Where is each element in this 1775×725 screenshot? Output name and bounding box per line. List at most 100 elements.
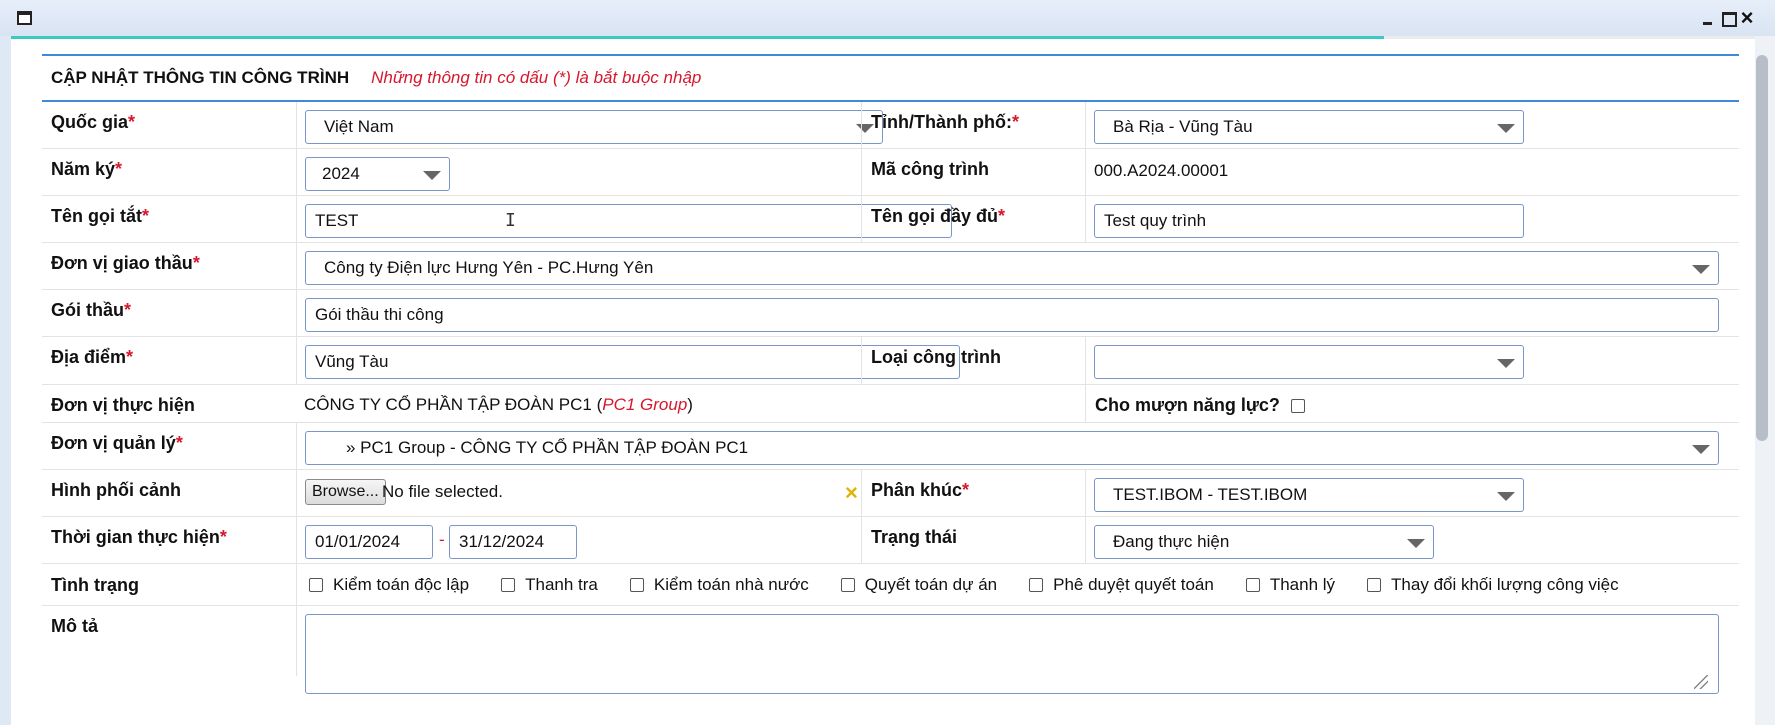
- flag-label: Thanh tra: [525, 575, 598, 594]
- country-select[interactable]: Việt Nam: [305, 110, 883, 144]
- flag-label: Quyết toán dự án: [864, 575, 998, 594]
- close-icon[interactable]: ×: [1738, 7, 1756, 29]
- required-mark: *: [962, 480, 970, 500]
- row-thoi-gian: Thời gian thực hiện* 01/01/2024 - 31/12/…: [42, 517, 1739, 564]
- project-update-form: CẬP NHẬT THÔNG TIN CÔNG TRÌNH Những thôn…: [42, 54, 1739, 694]
- chevron-down-icon: [1497, 124, 1515, 133]
- chevron-down-icon: [1497, 492, 1515, 501]
- short-name-input[interactable]: TEST: [305, 204, 952, 238]
- browse-button[interactable]: Browse...: [305, 479, 386, 505]
- checkbox[interactable]: [1367, 578, 1382, 592]
- minimize-icon[interactable]: [1699, 8, 1717, 28]
- label-tinh-trang: Tình trạng: [51, 575, 139, 595]
- flag-label: Thay đổi khối lượng công việc: [1391, 575, 1619, 594]
- status-value: Đang thực hiện: [1113, 532, 1230, 551]
- flag-label: Thanh lý: [1269, 575, 1336, 594]
- project-type-select[interactable]: [1094, 345, 1524, 379]
- project-code: 000.A2024.00001: [1094, 161, 1229, 180]
- flag-label: Phê duyệt quyết toán: [1053, 575, 1214, 594]
- label-quoc-gia: Quốc gia: [51, 112, 129, 132]
- flag-thanh-tra[interactable]: Thanh tra: [501, 575, 598, 595]
- clear-file-icon[interactable]: ×: [845, 482, 858, 504]
- label-trang-thai: Trạng thái: [871, 527, 958, 547]
- label-phan-khuc: Phân khúc: [871, 480, 963, 500]
- scrollbar-thumb[interactable]: [1756, 55, 1768, 441]
- checkbox[interactable]: [1245, 578, 1260, 592]
- window-icon: [17, 11, 32, 25]
- required-mark: *: [175, 433, 183, 453]
- contractor-select[interactable]: Công ty Điện lực Hưng Yên - PC.Hưng Yên: [305, 251, 1719, 285]
- executing-unit-name: CÔNG TY CỔ PHẦN TẬP ĐOÀN PC1: [304, 395, 592, 414]
- required-mark: *: [142, 206, 150, 226]
- flag-label: Kiểm toán nhà nước: [653, 575, 809, 594]
- contractor-value: Công ty Điện lực Hưng Yên - PC.Hưng Yên: [324, 258, 654, 277]
- full-name-input[interactable]: Test quy trình: [1094, 204, 1524, 238]
- label-tinh-thanh: Tỉnh/Thành phố:: [871, 112, 1012, 132]
- progress-bar: [11, 36, 1755, 39]
- executing-unit-short: PC1 Group: [602, 395, 688, 414]
- required-mark: *: [192, 253, 200, 273]
- province-select[interactable]: Bà Rịa - Vũng Tàu: [1094, 110, 1524, 144]
- label-don-vi-giao-thau: Đơn vị giao thầu: [51, 253, 193, 273]
- flag-label: Kiểm toán độc lập: [333, 575, 470, 594]
- checkbox[interactable]: [840, 578, 855, 592]
- label-dia-diem: Địa điểm: [51, 347, 127, 367]
- start-date-value: 01/01/2024: [315, 532, 401, 551]
- window-titlebar: ×: [0, 0, 1775, 36]
- required-mark: *: [998, 206, 1006, 226]
- required-mark: *: [124, 300, 132, 320]
- segment-select[interactable]: TEST.IBOM - TEST.IBOM: [1094, 478, 1524, 512]
- flag-kiem-toan-nha-nuoc[interactable]: Kiểm toán nhà nước: [629, 575, 809, 595]
- chevron-down-icon: [1407, 539, 1425, 548]
- end-date-value: 31/12/2024: [459, 532, 545, 551]
- flag-quyet-toan-du-an[interactable]: Quyết toán dự án: [840, 575, 998, 595]
- flag-thay-doi-khoi-luong[interactable]: Thay đổi khối lượng công việc: [1367, 575, 1619, 595]
- checkbox[interactable]: [1029, 578, 1044, 592]
- checkbox[interactable]: [629, 578, 644, 592]
- row-dia-diem: Địa điểm* Vũng Tàu Loại công trình: [42, 337, 1739, 385]
- short-name-value: TEST: [315, 211, 359, 230]
- manager-unit-value: » PC1 Group - CÔNG TY CỔ PHẦN TẬP ĐOÀN P…: [346, 438, 749, 457]
- lend-capacity-checkbox[interactable]: [1290, 399, 1305, 414]
- year-select[interactable]: 2024: [305, 157, 450, 191]
- manager-unit-select[interactable]: » PC1 Group - CÔNG TY CỔ PHẦN TẬP ĐOÀN P…: [305, 431, 1719, 465]
- flag-kiem-toan-doc-lap[interactable]: Kiểm toán độc lập: [309, 575, 469, 595]
- checkbox[interactable]: [501, 578, 516, 592]
- chevron-down-icon: [423, 171, 441, 180]
- row-mo-ta: Mô tả: [42, 606, 1739, 694]
- end-date-input[interactable]: 31/12/2024: [449, 525, 577, 559]
- paren-close: ): [687, 395, 693, 414]
- form-title: CẬP NHẬT THÔNG TIN CÔNG TRÌNH: [51, 68, 350, 87]
- required-note: Những thông tin có dấu (*) là bắt buộc n…: [371, 68, 702, 87]
- status-flags: Kiểm toán độc lập Thanh tra Kiểm toán nh…: [309, 575, 1646, 597]
- required-mark: *: [128, 112, 136, 132]
- label-ma-cong-trinh: Mã công trình: [871, 159, 989, 179]
- label-don-vi-quan-ly: Đơn vị quản lý: [51, 433, 176, 453]
- checkbox[interactable]: [309, 578, 323, 592]
- maximize-icon[interactable]: [1719, 8, 1737, 28]
- flag-phe-duyet-quyet-toan[interactable]: Phê duyệt quyết toán: [1029, 575, 1214, 595]
- dialog-panel: CẬP NHẬT THÔNG TIN CÔNG TRÌNH Những thôn…: [11, 36, 1755, 725]
- required-mark: *: [126, 347, 134, 367]
- executing-unit: CÔNG TY CỔ PHẦN TẬP ĐOÀN PC1 (PC1 Group): [304, 395, 693, 415]
- row-tinh-trang: Tình trạng Kiểm toán độc lập Thanh tra K…: [42, 564, 1739, 606]
- label-nam-ky: Năm ký: [51, 159, 116, 179]
- full-name-value: Test quy trình: [1104, 211, 1207, 230]
- package-input[interactable]: Gói thầu thi công: [305, 298, 1719, 332]
- resize-grip-icon[interactable]: [1694, 675, 1708, 689]
- row-quoc-gia: Quốc gia* Việt Nam Tỉnh/Thành phố:* Bà R…: [42, 102, 1739, 149]
- required-mark: *: [1011, 112, 1019, 132]
- label-goi-thau: Gói thầu: [51, 300, 124, 320]
- row-ten-goi: Tên gọi tắt* TEST Tên gọi đầy đủ* Test q…: [42, 196, 1739, 243]
- progress-fill: [11, 36, 1384, 39]
- form-header: CẬP NHẬT THÔNG TIN CÔNG TRÌNH Những thôn…: [42, 56, 1739, 102]
- description-textarea[interactable]: [305, 614, 1719, 694]
- start-date-input[interactable]: 01/01/2024: [305, 525, 433, 559]
- flag-thanh-ly[interactable]: Thanh lý: [1245, 575, 1336, 595]
- file-status: No file selected.: [382, 482, 503, 501]
- status-select[interactable]: Đang thực hiện: [1094, 525, 1434, 559]
- label-cho-muon: Cho mượn năng lực?: [1095, 395, 1280, 415]
- chevron-down-icon: [1692, 265, 1710, 274]
- row-hinh-phoi-canh: Hình phối cảnh Browse... No file selecte…: [42, 470, 1739, 517]
- row-don-vi-thuc-hien: Đơn vị thực hiện CÔNG TY CỔ PHẦN TẬP ĐOÀ…: [42, 385, 1739, 423]
